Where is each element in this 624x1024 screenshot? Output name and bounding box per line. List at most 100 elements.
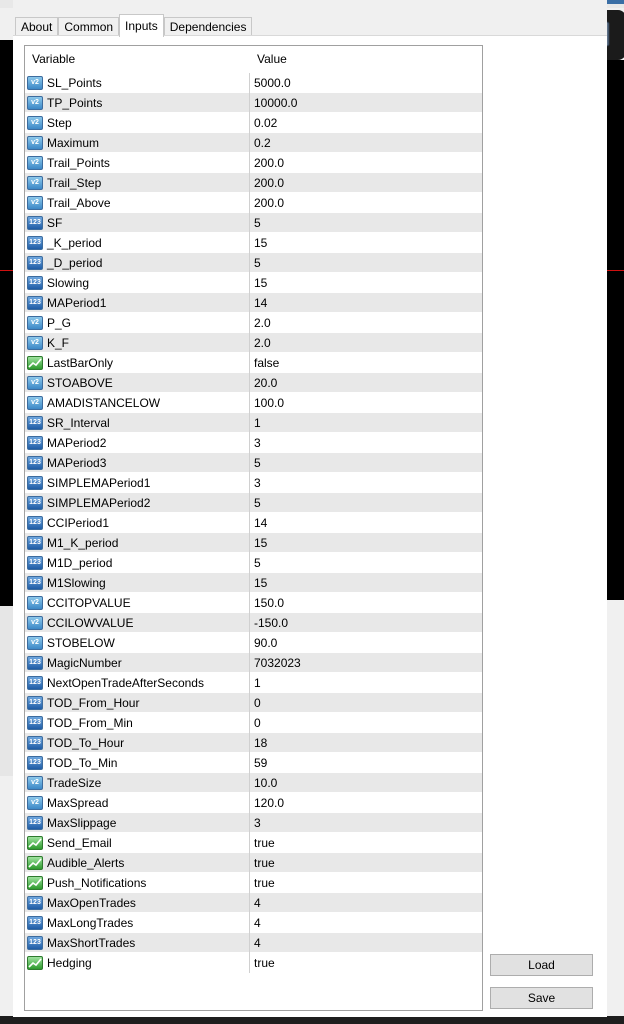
table-row[interactable]: 123 TOD_To_Hour 18 (25, 732, 482, 753)
table-row[interactable]: 123 MagicNumber 7032023 (25, 652, 482, 673)
value-cell[interactable]: 2.0 (250, 313, 271, 332)
table-row[interactable]: 123 Slowing 15 (25, 272, 482, 293)
value-cell[interactable]: 5 (250, 553, 261, 572)
table-row[interactable]: 123 TOD_From_Hour 0 (25, 692, 482, 713)
table-row[interactable]: 123 MaxOpenTrades 4 (25, 892, 482, 913)
table-row[interactable]: Hedging true (25, 952, 482, 973)
table-row[interactable]: v2 CCILOWVALUE -150.0 (25, 612, 482, 633)
table-row[interactable]: v2 SL_Points 5000.0 (25, 72, 482, 93)
table-row[interactable]: v2 Trail_Above 200.0 (25, 192, 482, 213)
table-row[interactable]: 123 MAPeriod1 14 (25, 292, 482, 313)
table-row[interactable]: 123 MaxShortTrades 4 (25, 932, 482, 953)
value-cell[interactable]: 4 (250, 933, 261, 952)
table-row[interactable]: 123 M1_K_period 15 (25, 532, 482, 553)
table-row[interactable]: 123 TOD_To_Min 59 (25, 752, 482, 773)
value-cell[interactable]: 15 (250, 533, 267, 552)
value-cell[interactable]: true (250, 833, 275, 852)
tab-dependencies[interactable]: Dependencies (163, 17, 253, 37)
value-cell[interactable]: 1 (250, 673, 261, 692)
table-row[interactable]: 123 M1Slowing 15 (25, 572, 482, 593)
table-row[interactable]: Send_Email true (25, 832, 482, 853)
value-cell[interactable]: 15 (250, 233, 267, 252)
value-cell[interactable]: 5 (250, 213, 261, 232)
load-button[interactable]: Load (490, 954, 593, 976)
table-row[interactable]: 123 SIMPLEMAPeriod1 3 (25, 472, 482, 493)
value-cell[interactable]: 15 (250, 273, 267, 292)
value-cell[interactable]: 3 (250, 813, 261, 832)
value-cell[interactable]: 90.0 (250, 633, 277, 652)
value-cell[interactable]: 0.02 (250, 113, 277, 132)
value-cell[interactable]: 5 (250, 493, 261, 512)
table-row[interactable]: Push_Notifications true (25, 872, 482, 893)
table-row[interactable]: 123 _D_period 5 (25, 252, 482, 273)
value-cell[interactable]: true (250, 853, 275, 872)
value-cell[interactable]: false (250, 353, 279, 372)
table-row[interactable]: v2 K_F 2.0 (25, 332, 482, 353)
value-cell[interactable]: 20.0 (250, 373, 277, 392)
table-row[interactable]: 123 SIMPLEMAPeriod2 5 (25, 492, 482, 513)
value-cell[interactable]: 10000.0 (250, 93, 297, 112)
table-row[interactable]: LastBarOnly false (25, 352, 482, 373)
variable-name: NextOpenTradeAfterSeconds (47, 676, 204, 690)
tab-about[interactable]: About (15, 17, 59, 37)
table-row[interactable]: 123 MaxSlippage 3 (25, 812, 482, 833)
column-header-value[interactable]: Value (250, 46, 481, 72)
table-row[interactable]: v2 CCITOPVALUE 150.0 (25, 592, 482, 613)
table-row[interactable]: 123 MAPeriod2 3 (25, 432, 482, 453)
table-row[interactable]: 123 MAPeriod3 5 (25, 452, 482, 473)
value-cell[interactable]: 15 (250, 573, 267, 592)
value-cell[interactable]: 3 (250, 433, 261, 452)
table-row[interactable]: 123 _K_period 15 (25, 232, 482, 253)
table-row[interactable]: v2 MaxSpread 120.0 (25, 792, 482, 813)
value-cell[interactable]: 100.0 (250, 393, 284, 412)
value-cell[interactable]: 59 (250, 753, 267, 772)
table-row[interactable]: v2 STOBELOW 90.0 (25, 632, 482, 653)
value-cell[interactable]: 150.0 (250, 593, 284, 612)
value-cell[interactable]: 2.0 (250, 333, 271, 352)
value-cell[interactable]: 18 (250, 733, 267, 752)
table-row[interactable]: Audible_Alerts true (25, 852, 482, 873)
value-cell[interactable]: 0.2 (250, 133, 271, 152)
table-row[interactable]: 123 NextOpenTradeAfterSeconds 1 (25, 672, 482, 693)
value-cell[interactable]: 5000.0 (250, 73, 291, 92)
value-cell[interactable]: true (250, 873, 275, 892)
table-row[interactable]: v2 AMADISTANCELOW 100.0 (25, 392, 482, 413)
tab-common[interactable]: Common (58, 17, 120, 37)
value-cell[interactable]: 0 (250, 713, 261, 732)
table-row[interactable]: 123 MaxLongTrades 4 (25, 912, 482, 933)
value-cell[interactable]: 10.0 (250, 773, 277, 792)
table-row[interactable]: 123 M1D_period 5 (25, 552, 482, 573)
table-row[interactable]: v2 Trail_Step 200.0 (25, 172, 482, 193)
value-cell[interactable]: 200.0 (250, 193, 284, 212)
value-cell[interactable]: 5 (250, 453, 261, 472)
table-row[interactable]: v2 P_G 2.0 (25, 312, 482, 333)
value-cell[interactable]: 5 (250, 253, 261, 272)
table-row[interactable]: 123 CCIPeriod1 14 (25, 512, 482, 533)
value-cell[interactable]: 200.0 (250, 173, 284, 192)
value-cell[interactable]: -150.0 (250, 613, 288, 632)
value-cell[interactable]: true (250, 953, 275, 972)
column-header-variable[interactable]: Variable (25, 46, 250, 72)
value-cell[interactable]: 4 (250, 893, 261, 912)
value-cell[interactable]: 120.0 (250, 793, 284, 812)
table-row[interactable]: 123 SF 5 (25, 212, 482, 233)
table-row[interactable]: v2 TP_Points 10000.0 (25, 92, 482, 113)
save-button[interactable]: Save (490, 987, 593, 1009)
value-cell[interactable]: 4 (250, 913, 261, 932)
table-row[interactable]: v2 STOABOVE 20.0 (25, 372, 482, 393)
value-cell[interactable]: 0 (250, 693, 261, 712)
table-row[interactable]: v2 Step 0.02 (25, 112, 482, 133)
value-cell[interactable]: 3 (250, 473, 261, 492)
value-cell[interactable]: 7032023 (250, 653, 301, 672)
variable-cell: 123 NextOpenTradeAfterSeconds (25, 673, 250, 693)
table-row[interactable]: 123 TOD_From_Min 0 (25, 712, 482, 733)
value-cell[interactable]: 200.0 (250, 153, 284, 172)
tab-inputs[interactable]: Inputs (119, 14, 164, 37)
value-cell[interactable]: 1 (250, 413, 261, 432)
table-row[interactable]: v2 Trail_Points 200.0 (25, 152, 482, 173)
table-row[interactable]: 123 SR_Interval 1 (25, 412, 482, 433)
table-row[interactable]: v2 TradeSize 10.0 (25, 772, 482, 793)
value-cell[interactable]: 14 (250, 293, 267, 312)
table-row[interactable]: v2 Maximum 0.2 (25, 132, 482, 153)
value-cell[interactable]: 14 (250, 513, 267, 532)
